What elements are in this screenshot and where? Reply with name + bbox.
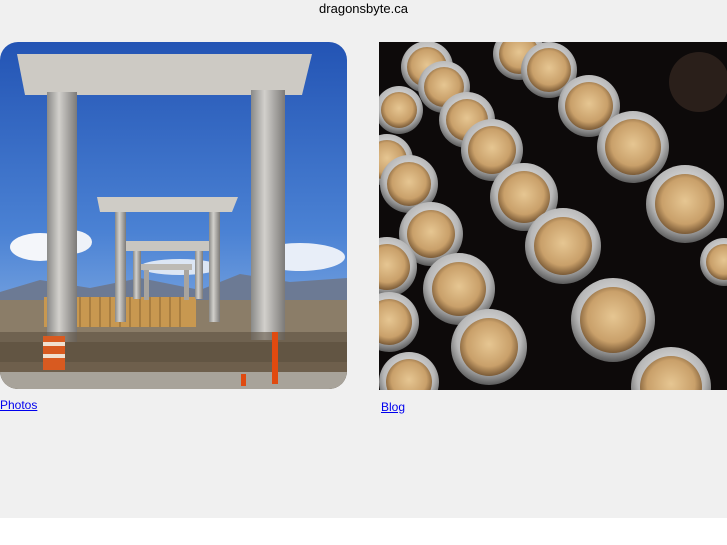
photos-image-link[interactable] xyxy=(0,42,347,389)
blog-link[interactable]: Blog xyxy=(381,400,405,414)
blog-image-link[interactable] xyxy=(379,42,727,390)
page-footer-band xyxy=(0,518,727,545)
typewriter-keys-image xyxy=(379,42,727,390)
concrete-gateway-image xyxy=(0,42,347,389)
site-title: dragonsbyte.ca xyxy=(319,1,408,16)
photos-link[interactable]: Photos xyxy=(0,398,37,412)
page: dragonsbyte.ca Photos Blog xyxy=(0,0,727,518)
